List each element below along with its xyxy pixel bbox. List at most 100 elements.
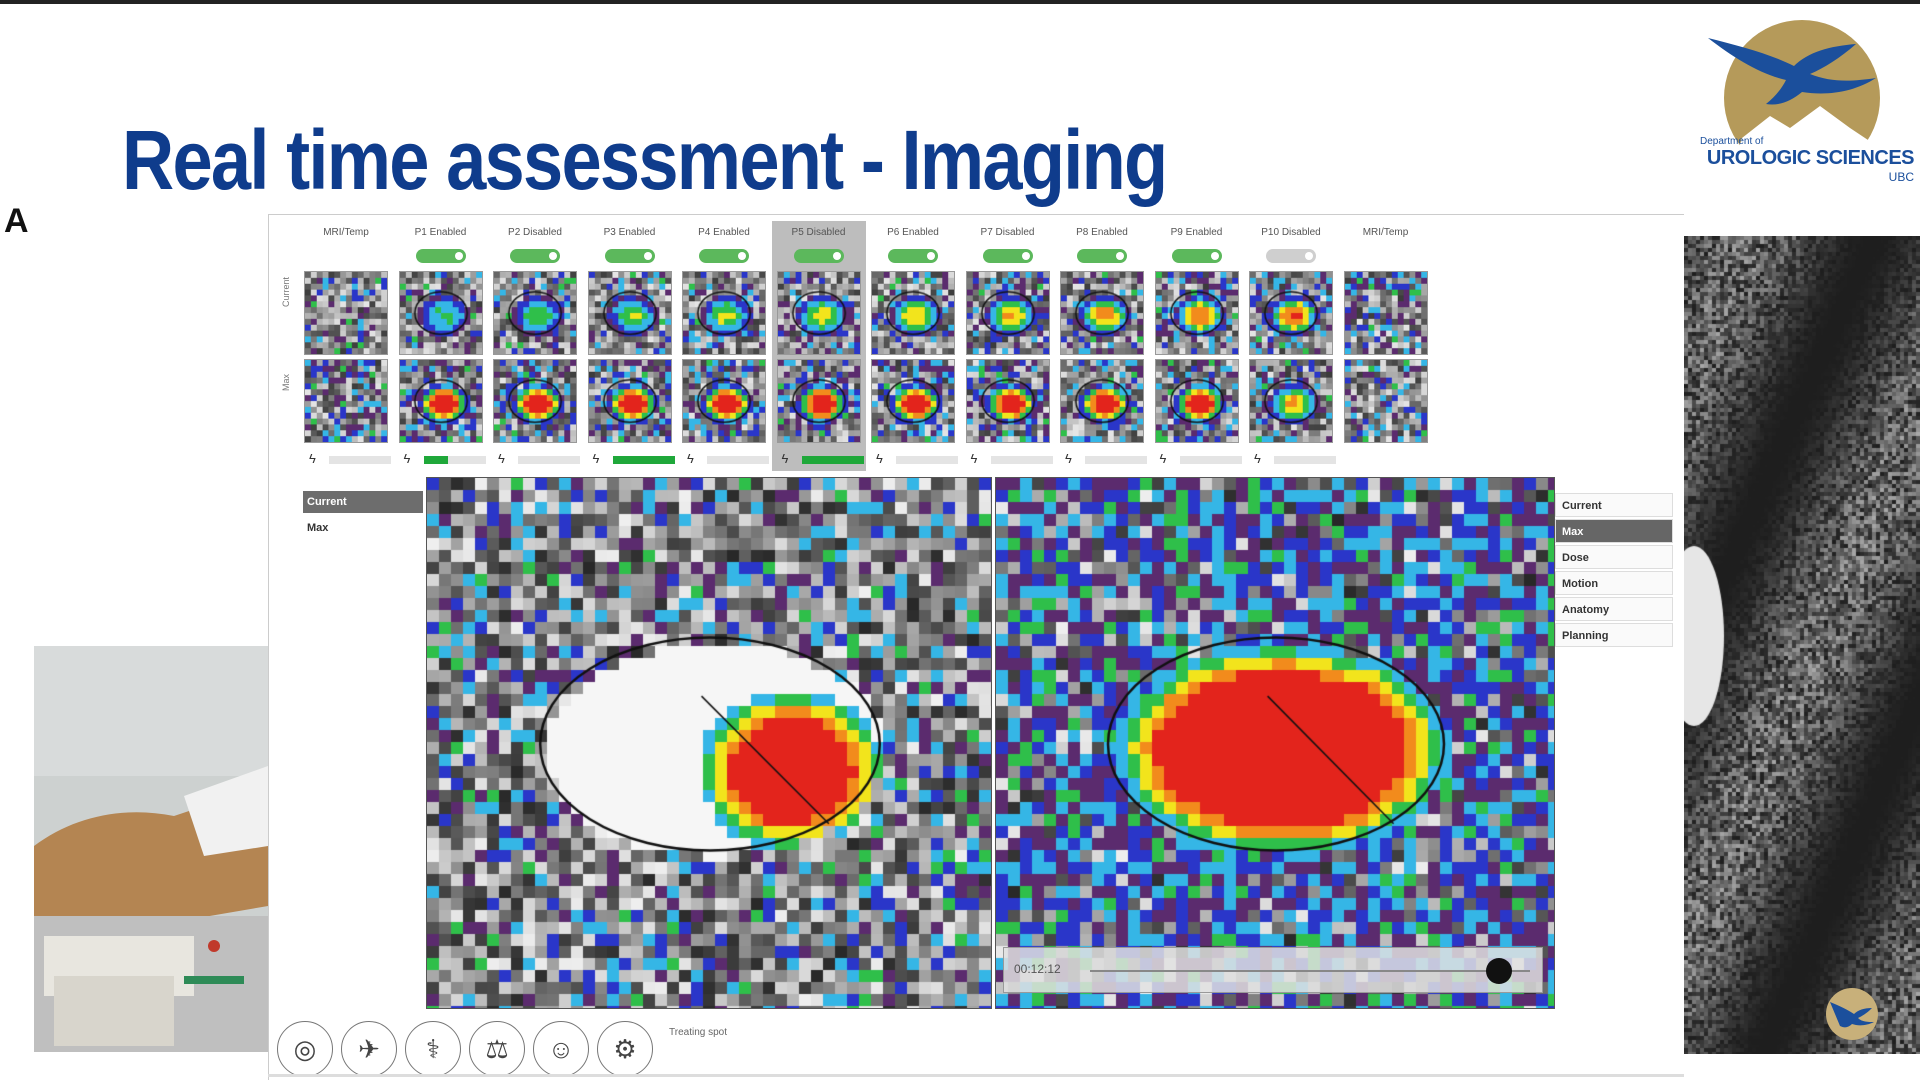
thumbnail-1[interactable]: P1 Enabled ϟ <box>394 221 488 471</box>
mri-viewer-max[interactable] <box>995 477 1555 1009</box>
scanner-button[interactable]: ◎ <box>277 1021 333 1077</box>
row-label-max: Max <box>281 373 291 391</box>
probe-button[interactable]: ⚕ <box>405 1021 461 1077</box>
mri-thermal-map-max[interactable] <box>996 478 1554 1008</box>
row-label-current: Current <box>281 276 291 307</box>
enable-toggle[interactable] <box>699 249 749 263</box>
thumbnail-max-image[interactable] <box>871 359 955 443</box>
lightning-icon: ϟ <box>1254 451 1261 466</box>
thumbnail-2[interactable]: P2 Disabled ϟ <box>488 221 582 471</box>
treatment-progress: ϟ <box>781 451 866 466</box>
thumbnail-max-image[interactable] <box>1343 359 1428 443</box>
mri-thermal-map-current[interactable] <box>427 478 991 1008</box>
table-button[interactable]: ⚖ <box>469 1021 525 1077</box>
treatment-progress: ϟ <box>1160 451 1244 466</box>
thumbnail-label: P10 Disabled <box>1261 227 1321 238</box>
treatment-progress: ϟ <box>1065 451 1149 466</box>
gear-button[interactable]: ⚙ <box>597 1021 653 1077</box>
enable-toggle[interactable] <box>415 249 466 263</box>
treatment-progress: ϟ <box>404 451 488 466</box>
enable-toggle[interactable] <box>604 249 655 263</box>
progress-fill <box>801 456 864 464</box>
thumbnail-9[interactable]: P9 Enabled ϟ <box>1150 221 1244 471</box>
option-current[interactable]: Current <box>1555 493 1673 517</box>
thumbnail-label: P8 Enabled <box>1076 227 1128 238</box>
thumbnail-current-image[interactable] <box>304 271 388 355</box>
webcam-feed <box>34 646 268 1052</box>
time-slider-track[interactable] <box>1090 970 1530 972</box>
thumbnail-current-image[interactable] <box>965 271 1050 355</box>
thumbnail-max-image[interactable] <box>1060 359 1144 443</box>
thumbnail-max-image[interactable] <box>1249 359 1333 443</box>
status-text: Treating spot <box>669 1027 727 1038</box>
option-planning[interactable]: Planning <box>1555 623 1673 647</box>
thumbnail-label: P2 Disabled <box>508 227 562 238</box>
thumbnail-current-image[interactable] <box>1249 271 1333 355</box>
treatment-progress: ϟ <box>876 451 960 466</box>
thumbnail-max-image[interactable] <box>1154 359 1239 443</box>
thumbnail-10[interactable]: P10 Disabled ϟ <box>1244 221 1338 471</box>
logo-ubc: UBC <box>1888 170 1914 184</box>
thumbnail-7[interactable]: P7 Disabled ϟ <box>961 221 1055 471</box>
thumbnail-max-image[interactable] <box>587 359 672 443</box>
option-motion[interactable]: Motion <box>1555 571 1673 595</box>
thumbnail-label: P1 Enabled <box>414 227 467 238</box>
lightning-icon: ϟ <box>687 451 694 466</box>
thumbnail-label: P7 Disabled <box>980 227 1035 238</box>
thumbnail-current-image[interactable] <box>871 271 955 355</box>
time-slider-knob[interactable] <box>1486 958 1513 984</box>
thumbnail-6[interactable]: P6 Enabled ϟ <box>866 221 960 471</box>
mode-current[interactable]: Current <box>303 491 423 513</box>
enable-toggle[interactable] <box>510 249 560 263</box>
thumbnail-current-image[interactable] <box>1343 271 1428 355</box>
thumbnail-8[interactable]: P8 Enabled ϟ <box>1055 221 1149 471</box>
thumbnail-current-image[interactable] <box>776 271 861 355</box>
patient-button[interactable]: ✈ <box>341 1021 397 1077</box>
mode-max[interactable]: Max <box>303 517 423 539</box>
enable-toggle[interactable] <box>982 249 1033 263</box>
enable-toggle[interactable] <box>888 249 938 263</box>
progress-track <box>1085 456 1147 464</box>
enable-toggle[interactable] <box>793 249 844 263</box>
thumbnail-current-image[interactable] <box>682 271 766 355</box>
body-button[interactable]: ☺ <box>533 1021 589 1077</box>
enable-toggle[interactable] <box>1266 249 1316 263</box>
thumbnail-label: P3 Enabled <box>603 227 656 238</box>
corner-logo <box>1826 988 1878 1040</box>
option-dose[interactable]: Dose <box>1555 545 1673 569</box>
progress-track <box>896 456 958 464</box>
option-anatomy[interactable]: Anatomy <box>1555 597 1673 621</box>
thumbnail-current-image[interactable] <box>1154 271 1239 355</box>
enable-toggle[interactable] <box>1077 249 1127 263</box>
display-options-panel: Current Max Dose Motion Anatomy Planning <box>1555 493 1673 649</box>
thumbnail-5[interactable]: P5 Disabled ϟ <box>771 221 866 471</box>
thumbnail-3[interactable]: P3 Enabled ϟ <box>583 221 677 471</box>
thumbnail-max-image[interactable] <box>776 359 861 443</box>
thumbnail-max-image[interactable] <box>493 359 577 443</box>
time-slider[interactable]: 00:12:12 <box>1003 947 1543 993</box>
thumbnail-current-image[interactable] <box>587 271 672 355</box>
mri-viewer-current[interactable] <box>426 477 992 1009</box>
lightning-icon: ϟ <box>970 451 978 466</box>
thumbnail-max-image[interactable] <box>398 359 483 443</box>
thumbnail-max-image[interactable] <box>682 359 766 443</box>
body-icon: ☺ <box>547 1033 575 1064</box>
thumbnail-current-image[interactable] <box>398 271 483 355</box>
thumbnail-4[interactable]: P4 Enabled ϟ <box>677 221 771 471</box>
lightning-icon: ϟ <box>781 451 789 466</box>
sagittal-mri-image <box>1684 236 1920 1054</box>
thumbnail-current-image[interactable] <box>493 271 577 355</box>
thumbnail-label: P6 Enabled <box>887 227 939 238</box>
thumbnail-max-image[interactable] <box>965 359 1050 443</box>
enable-toggle[interactable] <box>1171 249 1222 263</box>
logo-text: Department of UROLOGIC SCIENCES UBC <box>1700 136 1915 184</box>
thumbnail-max-image[interactable] <box>304 359 388 443</box>
option-max[interactable]: Max <box>1555 519 1673 543</box>
treatment-progress: ϟ <box>687 451 771 466</box>
thumbnail-label: MRI/Temp <box>323 227 369 238</box>
progress-track <box>1274 456 1336 464</box>
table-icon: ⚖ <box>485 1033 509 1064</box>
thumbnail-11[interactable]: MRI/Temp <box>1339 221 1433 471</box>
thumbnail-current-image[interactable] <box>1060 271 1144 355</box>
thumbnail-0[interactable]: MRI/Temp ϟ <box>299 221 393 471</box>
